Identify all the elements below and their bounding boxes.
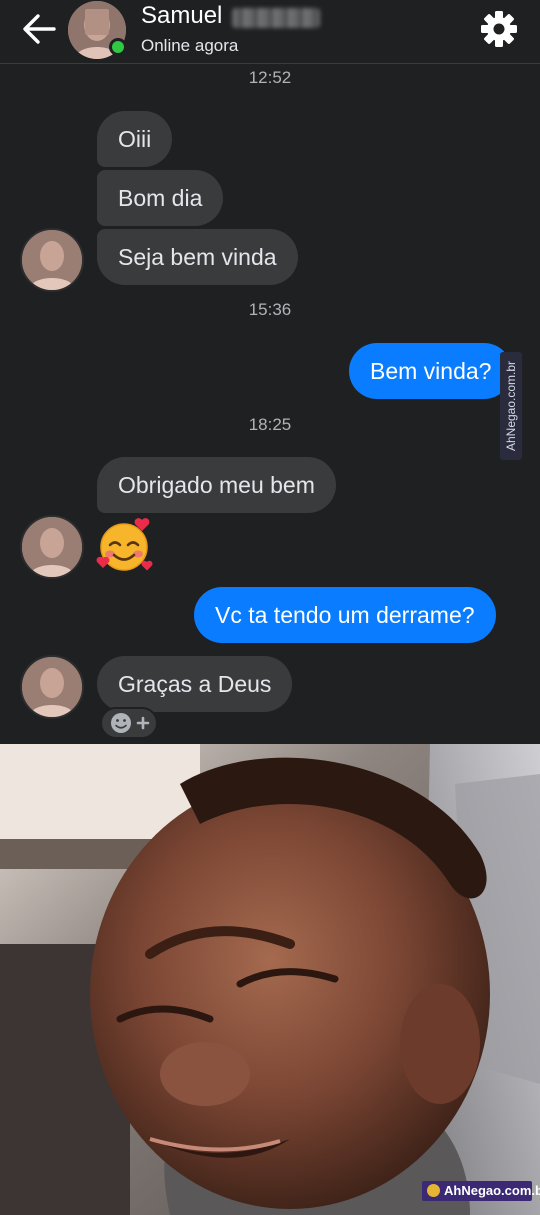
sender-avatar[interactable] xyxy=(20,515,84,579)
chat-header: Samuel Online agora xyxy=(0,0,540,64)
incoming-message[interactable]: Obrigado meu bem xyxy=(97,457,336,513)
gear-icon[interactable] xyxy=(478,8,520,50)
watermark-logo-icon xyxy=(427,1184,440,1197)
sender-avatar[interactable] xyxy=(20,228,84,292)
outgoing-message[interactable]: Vc ta tendo um derrame? xyxy=(194,587,496,643)
watermark-badge: AhNegao.com.br xyxy=(422,1181,540,1201)
add-reaction-button[interactable] xyxy=(100,707,158,739)
contact-name[interactable]: Samuel xyxy=(141,2,222,30)
incoming-message[interactable]: Oiii xyxy=(97,111,173,167)
incoming-message[interactable]: Seja bem vinda xyxy=(97,229,298,285)
incoming-message[interactable]: Bom dia xyxy=(97,170,224,226)
smiling-face-with-hearts-icon[interactable] xyxy=(96,516,156,574)
meme-photo: AhNegao.com.br xyxy=(0,744,540,1215)
timestamp: 12:52 xyxy=(248,68,292,87)
watermark-text: AhNegao.com.br xyxy=(444,1183,540,1198)
timestamp: 15:36 xyxy=(248,300,292,319)
outgoing-message[interactable]: Bem vinda? xyxy=(349,343,513,399)
back-arrow-icon[interactable] xyxy=(20,12,60,46)
contact-status: Online agora xyxy=(141,36,239,55)
watermark-text: AhNegao.com.br xyxy=(504,360,518,452)
online-indicator xyxy=(109,38,127,56)
chat-screen: Samuel Online agora 12:52 Oiii Bom dia S… xyxy=(0,0,540,744)
sender-avatar[interactable] xyxy=(20,655,84,719)
redacted-surname xyxy=(232,8,320,28)
watermark-vertical: AhNegao.com.br xyxy=(500,352,522,460)
incoming-message[interactable]: Graças a Deus xyxy=(97,656,293,712)
timestamp: 18:25 xyxy=(248,415,292,434)
